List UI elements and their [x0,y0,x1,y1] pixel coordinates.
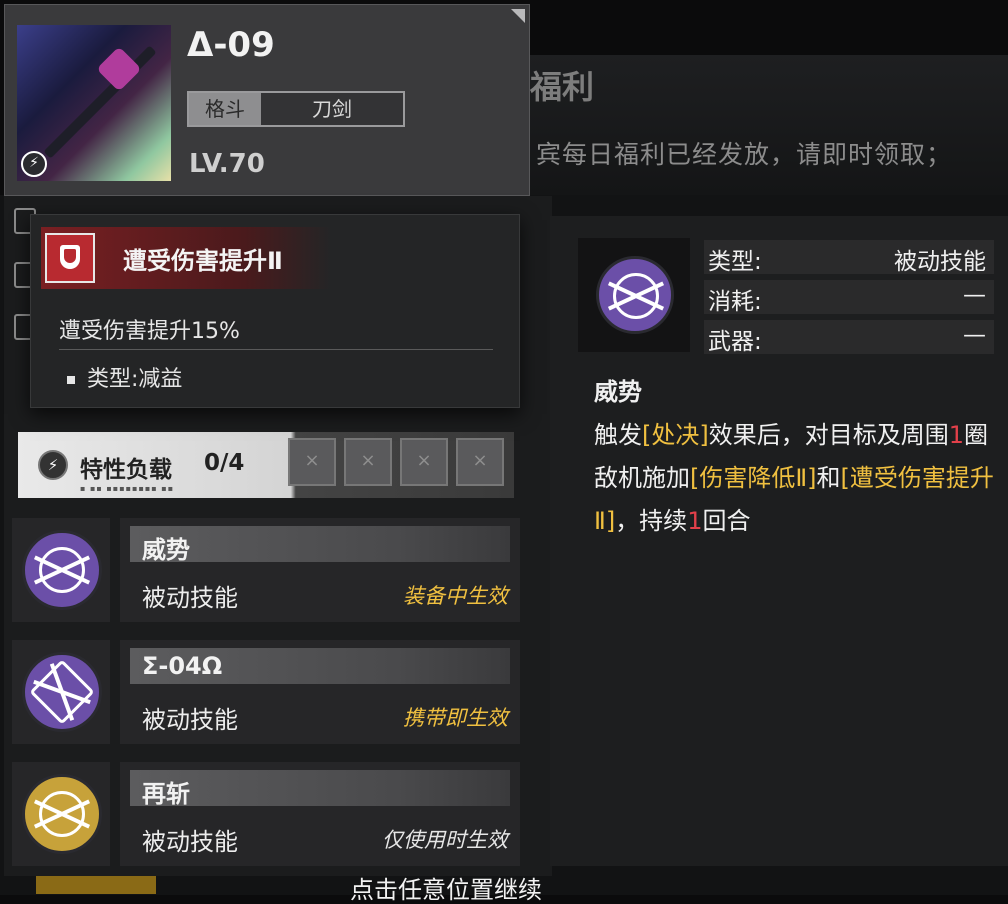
skill-effect: 装备中生效 [403,584,508,608]
tooltip-description: 遭受伤害提升15% [59,319,240,344]
trait-count: 0/4 [204,450,245,476]
trait-label: 特性负载 [80,457,172,483]
skill-body: 再斩 被动技能 仅使用时生效 [120,762,520,866]
attr-value: 被动技能 [894,249,986,275]
attr-value: — [963,282,986,308]
detail-icon-box [578,238,690,352]
skill-kind: 被动技能 [142,706,238,734]
attr-key: 武器: [708,329,762,355]
tooltip-divider [59,349,493,350]
weapon-category-tag: 格斗 [189,93,261,125]
tooltip-title: 遭受伤害提升Ⅱ [123,247,283,275]
gear-lightning-icon: ⚡ [38,450,68,480]
desc-text: 触发 [594,421,642,449]
skill-body: 威势 被动技能 装备中生效 [120,518,520,622]
attr-row-type: 类型: 被动技能 [704,240,994,275]
skill-name: Σ-04Ω [142,652,223,680]
skill-effect: 携带即生效 [403,706,508,730]
skill-kind: 被动技能 [142,584,238,612]
desc-text: 和 [816,464,841,492]
tooltip-type: 类型:减益 [67,361,182,393]
skill-effect: 仅使用时生效 [382,828,508,852]
background-notice: 宾每日福利已经发放，请即时领取； [536,140,953,169]
trait-subtext: ▪ ▪▪ ▪▪▪▪▪▪▪▪ ▪▪ [80,484,175,493]
skill-detail-panel: 类型: 被动技能 消耗: — 武器: — 威势 触发[处决]效果后，对目标及周围… [550,216,1008,866]
gold-chevron-icon [22,774,102,854]
purple-blade-icon [22,652,102,732]
desc-number: 1 [948,421,965,449]
skill-name: 再斩 [142,780,190,808]
detail-skill-name: 威势 [594,378,642,406]
desc-text: 回合 [702,507,751,535]
tooltip-header: 遭受伤害提升Ⅱ [41,227,331,289]
attr-key: 类型: [708,249,762,275]
attr-row-cost: 消耗: — [704,280,994,315]
trait-load-bar[interactable]: ⚡ 特性负载 0/4 ▪ ▪▪ ▪▪▪▪▪▪▪▪ ▪▪ [18,432,514,498]
desc-term: [处决] [642,421,709,449]
tooltip-type-label: 类型:减益 [87,367,183,392]
skill-icon-box [12,518,110,622]
weapon-tags: 格斗 刀剑 [187,91,405,127]
desc-text: ，持续 [615,507,688,535]
desc-number: 1 [687,507,703,535]
shield-icon [45,233,95,283]
purple-orbit-icon [22,530,102,610]
trait-slot-4[interactable] [456,438,504,486]
skill-card-zaizhan[interactable]: 再斩 被动技能 仅使用时生效 [12,762,520,866]
skill-name: 威势 [142,536,190,564]
weapon-level: LV.70 [189,149,265,179]
trait-slot-1[interactable] [288,438,336,486]
skill-icon-box [12,762,110,866]
attr-value: — [963,322,986,348]
skill-icon-box [12,640,110,744]
desc-term: [伤害降低Ⅱ] [690,464,817,492]
continue-hint[interactable]: 点击任意位置继续 [350,870,542,904]
bullet-icon [67,376,75,384]
purple-orbit-icon [596,256,674,334]
weapon-type-tag: 刀剑 [261,93,403,125]
skill-card-sigma[interactable]: Σ-04Ω 被动技能 携带即生效 [12,640,520,744]
weapon-blade [43,45,157,159]
skill-body: Σ-04Ω 被动技能 携带即生效 [120,640,520,744]
status-effect-tooltip: 遭受伤害提升Ⅱ 遭受伤害提升15% 类型:减益 [30,214,520,408]
background-banner-title: 福利 [530,68,595,106]
weapon-name: Δ-09 [187,25,275,65]
desc-text: 效果后，对目标及周围 [708,421,949,449]
attr-row-weapon: 武器: — [704,320,994,355]
lightning-icon: ⚡ [21,151,47,177]
weapon-info-card: ⚡ Δ-09 格斗 刀剑 LV.70 [4,4,530,196]
trait-slot-3[interactable] [400,438,448,486]
skill-card-weishi[interactable]: 威势 被动技能 装备中生效 [12,518,520,622]
weapon-image: ⚡ [17,25,171,181]
weapon-hilt [96,46,142,92]
skill-kind: 被动技能 [142,828,238,856]
trait-slot-2[interactable] [344,438,392,486]
corner-triangle-icon [511,9,525,23]
attr-key: 消耗: [708,289,762,315]
detail-description: 触发[处决]效果后，对目标及周围1圈敌机施加[伤害降低Ⅱ]和[遭受伤害提升Ⅱ]，… [594,414,994,543]
